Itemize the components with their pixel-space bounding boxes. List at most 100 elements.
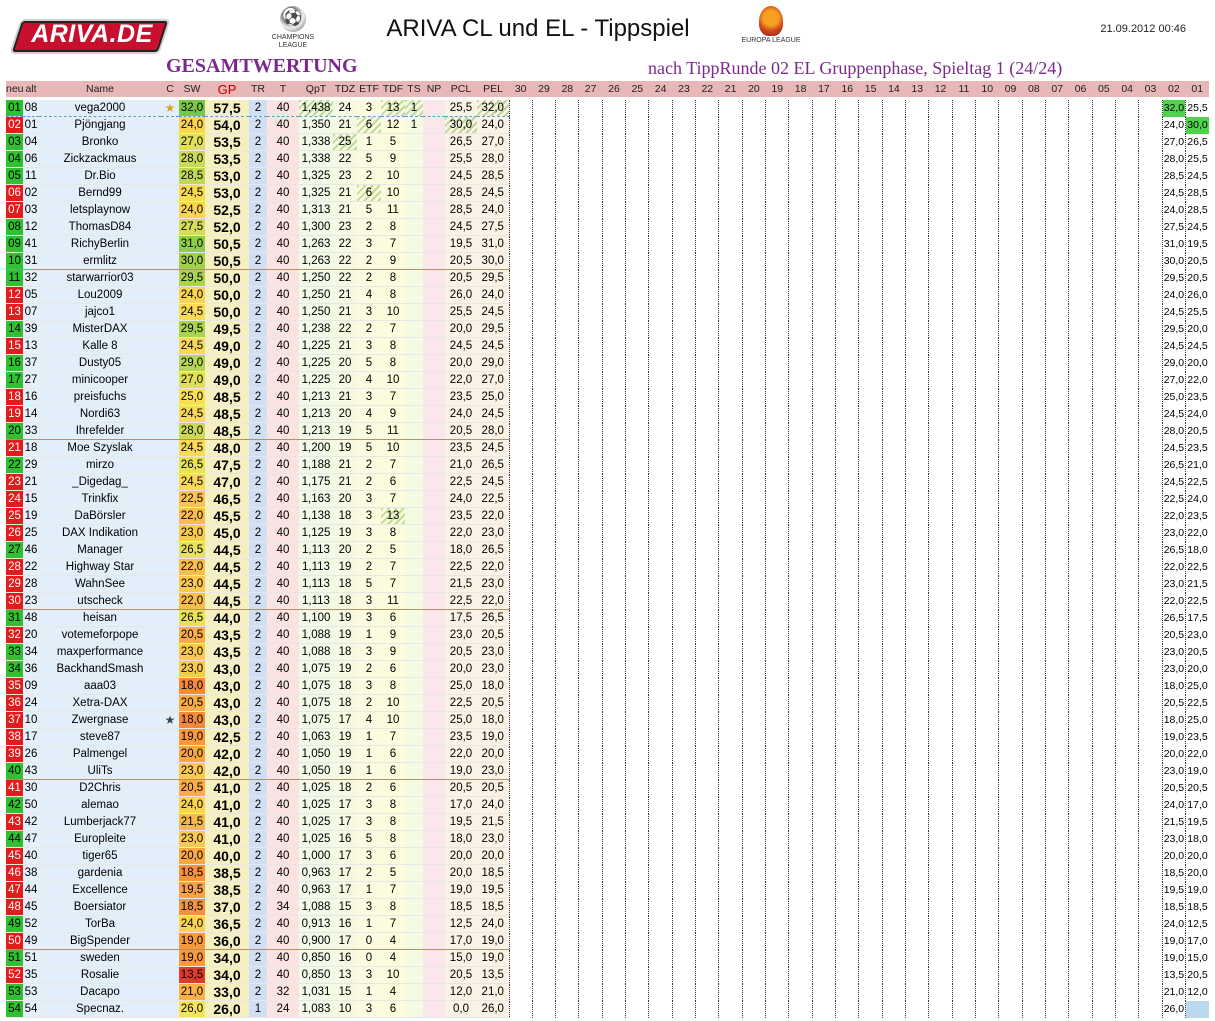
player-name[interactable]: ThomasD84 [39,218,161,236]
column-header-gp[interactable]: GP [205,81,249,97]
player-name[interactable]: Dr.Bio [39,167,161,185]
player-name[interactable]: Boersiator [39,898,161,916]
column-header-round[interactable]: 07 [1045,81,1069,97]
column-header-round[interactable]: 27 [578,81,603,97]
player-name[interactable]: DaBörsler [39,507,161,525]
player-name[interactable]: RichyBerlin [39,235,161,253]
player-name[interactable]: votemeforpope [39,626,161,644]
column-header-round[interactable]: 19 [765,81,789,97]
column-header-round[interactable]: 22 [695,81,719,97]
player-name[interactable]: Specnaz. [39,1000,161,1018]
player-name[interactable]: BackhandSmash [39,660,161,678]
player-name[interactable]: Moe Szyslak [39,439,161,457]
player-name[interactable]: Nordi63 [39,405,161,423]
column-header-pel[interactable]: PEL [477,81,509,97]
player-name[interactable]: gardenia [39,864,161,882]
column-header-round[interactable]: 12 [928,81,953,97]
player-name[interactable]: starwarrior03 [39,269,161,287]
player-name[interactable]: Bernd99 [39,184,161,202]
column-header-round[interactable]: 28 [555,81,579,97]
column-header-round[interactable]: 25 [625,81,649,97]
column-header-round[interactable]: 08 [1022,81,1046,97]
player-name[interactable]: TorBa [39,915,161,933]
player-name[interactable]: Bronko [39,133,161,151]
player-name[interactable]: vega2000 [39,100,161,117]
player-name[interactable]: jajco1 [39,303,161,321]
player-name[interactable]: Ihrefelder [39,422,161,440]
player-name[interactable]: Manager [39,541,161,559]
column-header-np[interactable]: NP [423,81,445,97]
player-name[interactable]: steve87 [39,728,161,746]
column-header-round[interactable]: 16 [835,81,859,97]
column-header-round[interactable]: 02 [1162,81,1186,97]
player-name[interactable]: Highway Star [39,558,161,576]
player-name[interactable]: MisterDAX [39,320,161,338]
column-header-round[interactable]: 29 [532,81,556,97]
column-header-pcl[interactable]: PCL [445,81,477,97]
player-name[interactable]: UliTs [39,762,161,780]
player-name[interactable]: Kalle 8 [39,337,161,355]
player-name[interactable]: Zwergnase [39,711,161,729]
ariva-logo[interactable]: ARIVA.DE [22,19,162,49]
column-header-round[interactable]: 30 [509,81,533,97]
player-name[interactable]: Europleite [39,830,161,848]
player-name[interactable]: Dacapo [39,983,161,1001]
column-header-round[interactable]: 03 [1138,81,1163,97]
column-header-qpt[interactable]: QpT [299,81,333,97]
column-header-round[interactable]: 06 [1068,81,1093,97]
column-header-tdz[interactable]: TDZ [333,81,357,97]
player-name[interactable]: Zickzackmaus [39,150,161,168]
player-name[interactable]: Dusty05 [39,354,161,372]
player-name[interactable]: Palmengel [39,745,161,763]
player-name[interactable]: Excellence [39,881,161,899]
player-name[interactable]: letsplaynow [39,201,161,219]
player-name[interactable]: heisan [39,609,161,627]
player-name[interactable]: minicooper [39,371,161,389]
column-header-neu[interactable]: neu [6,81,23,97]
player-name[interactable]: preisfuchs [39,388,161,406]
player-name[interactable]: Rosalie [39,966,161,984]
column-header-round[interactable]: 21 [718,81,743,97]
player-name[interactable]: Pjöngjang [39,116,161,134]
column-header-tr[interactable]: TR [249,81,267,97]
column-header-round[interactable]: 26 [602,81,626,97]
column-header-round[interactable]: 01 [1185,81,1209,97]
column-header-round[interactable]: 11 [952,81,976,97]
player-name[interactable]: Xetra-DAX [39,694,161,712]
player-name[interactable]: BigSpender [39,932,161,950]
column-header-sw[interactable]: SW [179,81,205,97]
player-name[interactable]: aaa03 [39,677,161,695]
player-name[interactable]: sweden [39,949,161,967]
column-header-round[interactable]: 17 [812,81,836,97]
column-header-round[interactable]: 24 [648,81,673,97]
player-name[interactable]: D2Chris [39,779,161,797]
column-header-round[interactable]: 13 [905,81,929,97]
column-header-round[interactable]: 23 [672,81,696,97]
column-header-name[interactable]: Name [39,81,161,97]
player-name[interactable]: utscheck [39,592,161,610]
column-header-round[interactable]: 05 [1092,81,1116,97]
column-header-round[interactable]: 09 [998,81,1023,97]
player-name[interactable]: mirzo [39,456,161,474]
column-header-alt[interactable]: alt [23,81,39,97]
column-header-etf[interactable]: ETF [357,81,381,97]
player-name[interactable]: maxperformance [39,643,161,661]
player-name[interactable]: Trinkfix [39,490,161,508]
player-name[interactable]: DAX Indikation [39,524,161,542]
player-name[interactable]: alemao [39,796,161,814]
column-header-round[interactable]: 04 [1115,81,1139,97]
player-name[interactable]: _Digedag_ [39,473,161,491]
column-header-round[interactable]: 18 [788,81,813,97]
player-name[interactable]: Lou2009 [39,286,161,304]
column-header-round[interactable]: 14 [882,81,906,97]
player-name[interactable]: Lumberjack77 [39,813,161,831]
player-name[interactable]: WahnSee [39,575,161,593]
column-header-round[interactable]: 15 [858,81,883,97]
column-header-round[interactable]: 20 [742,81,766,97]
column-header-ts[interactable]: TS [405,81,423,97]
column-header-t[interactable]: T [267,81,299,97]
column-header-round[interactable]: 10 [975,81,999,97]
column-header-tdf[interactable]: TDF [381,81,405,97]
player-name[interactable]: ermlitz [39,252,161,270]
player-name[interactable]: tiger65 [39,847,161,865]
